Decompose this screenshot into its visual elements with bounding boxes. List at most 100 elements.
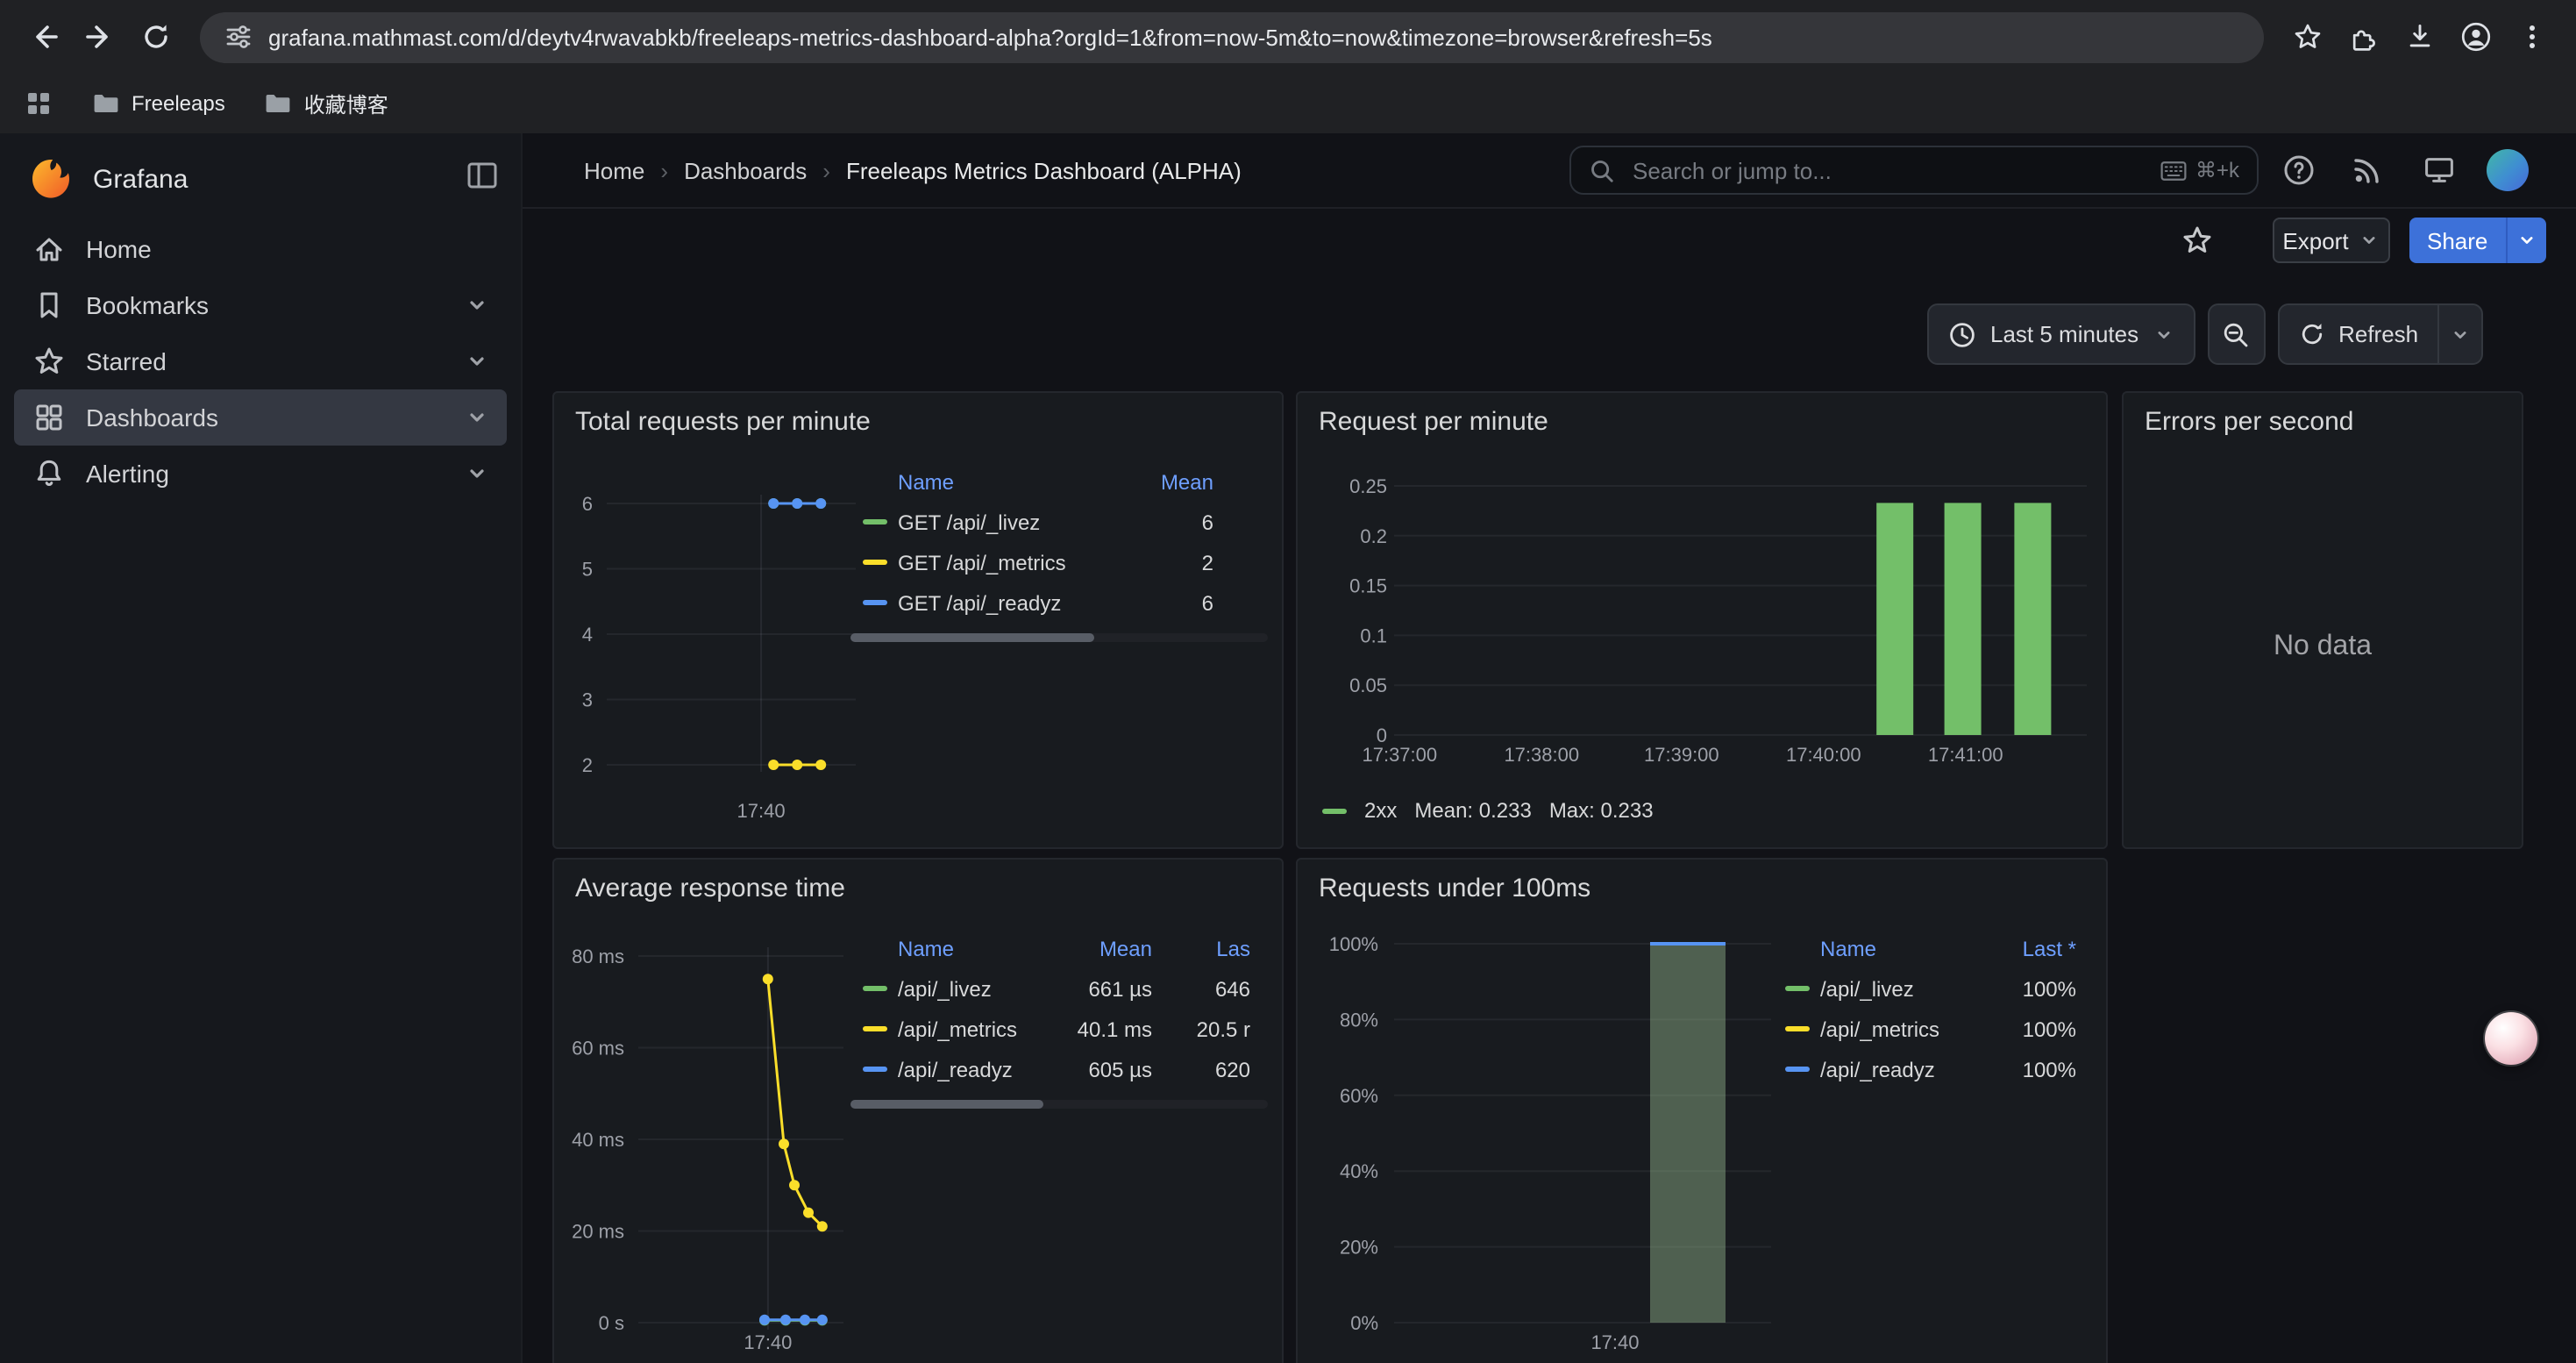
series-swatch (1785, 1067, 1810, 1072)
legend-scrollbar-thumb[interactable] (850, 633, 1094, 642)
breadcrumb-dashboards[interactable]: Dashboards (684, 157, 807, 183)
chevron-down-icon[interactable] (465, 349, 489, 374)
profile-button[interactable] (2450, 11, 2502, 63)
zoom-out-button[interactable] (2207, 303, 2265, 365)
panel-title[interactable]: Request per minute (1319, 407, 1548, 437)
browser-menu-button[interactable] (2506, 11, 2558, 63)
back-button[interactable] (18, 11, 70, 63)
clock-icon (1948, 320, 1976, 348)
time-range-picker[interactable]: Last 5 minutes (1927, 303, 2195, 365)
search-input[interactable] (1629, 155, 2146, 185)
legend-row[interactable]: GET /api/_metrics 2 (850, 542, 1268, 582)
series-swatch (863, 600, 887, 605)
grafana-logo-home[interactable]: Grafana (28, 156, 188, 202)
legend-header-name[interactable]: Name (863, 470, 1108, 495)
legend-row[interactable]: GET /api/_readyz 6 (850, 582, 1268, 623)
series-last: 646 (1152, 976, 1250, 1001)
folder-icon (264, 89, 292, 118)
panel-title[interactable]: Average response time (575, 874, 845, 903)
legend-row[interactable]: /api/_readyz 100% (1785, 1049, 2076, 1089)
sidebar-item-alerting[interactable]: Alerting (14, 446, 507, 502)
total-requests-chart[interactable]: 6543217:40 (554, 470, 896, 842)
downloads-button[interactable] (2394, 11, 2446, 63)
share-button[interactable]: Share (2409, 218, 2505, 263)
sidebar-item-label: Bookmarks (86, 291, 209, 319)
main-area: Home › Dashboards › Freeleaps Metrics Da… (523, 133, 2576, 1363)
legend-header-name[interactable]: Name (1785, 937, 1978, 961)
sidebar-item-label: Dashboards (86, 403, 218, 432)
assistant-avatar-overlay[interactable] (2485, 1012, 2537, 1065)
apps-grid-icon[interactable] (25, 89, 53, 118)
forward-button[interactable] (74, 11, 126, 63)
share-button-group: Share (2409, 218, 2545, 263)
under-100ms-chart[interactable]: 100%80%60%40%20%0%17:40 (1298, 930, 1824, 1363)
favorite-dashboard-button[interactable] (2180, 223, 2215, 258)
news-button[interactable] (2350, 153, 2385, 188)
series-mean: 605 µs (1043, 1057, 1152, 1081)
breadcrumb-home[interactable]: Home (584, 157, 644, 183)
bookmark-star-button[interactable] (2281, 11, 2334, 63)
legend-header-last[interactable]: Last * (1978, 937, 2076, 961)
profile-avatar-icon (2460, 19, 2492, 54)
legend-header-mean[interactable]: Mean (1108, 470, 1213, 495)
svg-text:17:37:00: 17:37:00 (1362, 744, 1437, 766)
svg-text:4: 4 (582, 624, 593, 646)
series-name: 2xx (1364, 798, 1397, 823)
panel-title[interactable]: Errors per second (2145, 407, 2353, 437)
series-swatch (1785, 986, 1810, 991)
svg-text:20%: 20% (1340, 1237, 1378, 1259)
avg-response-chart[interactable]: 80 ms60 ms40 ms20 ms0 s17:40 (554, 937, 896, 1363)
sidebar-item-home[interactable]: Home (14, 221, 507, 277)
legend-scrollbar[interactable] (850, 633, 1268, 642)
extensions-button[interactable] (2338, 11, 2390, 63)
legend-header-name[interactable]: Name (863, 937, 1043, 961)
bell-icon (32, 456, 67, 491)
sidebar: Grafana Home Bookmarks Starred (0, 133, 523, 1363)
legend-row[interactable]: GET /api/_livez 6 (850, 502, 1268, 542)
series-name: GET /api/_readyz (898, 590, 1108, 615)
folder-icon (91, 89, 119, 118)
address-bar[interactable]: grafana.mathmast.com/d/deytv4rwavabkb/fr… (200, 11, 2264, 62)
legend-row[interactable]: /api/_readyz 605 µs 620 (850, 1049, 1268, 1089)
chevron-down-icon[interactable] (465, 461, 489, 486)
panel-title[interactable]: Total requests per minute (575, 407, 871, 437)
chevron-down-icon (2450, 324, 2471, 345)
sidebar-item-bookmarks[interactable]: Bookmarks (14, 277, 507, 333)
legend-header-mean[interactable]: Mean (1043, 937, 1152, 961)
bookmark-folder-blogs[interactable]: 收藏博客 (264, 89, 388, 118)
legend-header-last[interactable]: Las (1152, 937, 1250, 961)
refresh-button[interactable]: Refresh (2279, 305, 2437, 363)
kiosk-mode-button[interactable] (2422, 153, 2457, 188)
legend-inline[interactable]: 2xx Mean: 0.233 Max: 0.233 (1322, 798, 1654, 823)
reload-icon (140, 21, 172, 53)
user-avatar[interactable] (2487, 149, 2529, 191)
help-button[interactable] (2281, 153, 2316, 188)
site-settings-icon[interactable] (224, 23, 253, 51)
sidebar-item-starred[interactable]: Starred (14, 333, 507, 389)
legend-row[interactable]: /api/_metrics 100% (1785, 1009, 2076, 1049)
refresh-interval-button[interactable] (2437, 305, 2481, 363)
svg-text:17:40: 17:40 (744, 1331, 792, 1353)
legend-row[interactable]: /api/_livez 100% (1785, 968, 2076, 1009)
search-box[interactable]: ⌘+k (1569, 146, 2259, 195)
sidebar-item-dashboards[interactable]: Dashboards (14, 389, 507, 446)
chevron-down-icon[interactable] (465, 405, 489, 430)
request-per-minute-chart[interactable]: 0.250.20.150.10.05017:37:0017:38:0017:39… (1298, 470, 2106, 786)
export-button[interactable]: Export (2273, 218, 2390, 263)
legend-scrollbar[interactable] (850, 1100, 1268, 1109)
sidebar-collapse-button[interactable] (465, 158, 500, 193)
panel-title[interactable]: Requests under 100ms (1319, 874, 1590, 903)
svg-text:40%: 40% (1340, 1160, 1378, 1182)
share-menu-button[interactable] (2505, 218, 2545, 263)
legend-row[interactable]: /api/_metrics 40.1 ms 20.5 r (850, 1009, 1268, 1049)
legend-row[interactable]: /api/_livez 661 µs 646 (850, 968, 1268, 1009)
svg-text:17:40:00: 17:40:00 (1786, 744, 1861, 766)
panel-total-requests: Total requests per minute 6543217:40 Nam… (552, 391, 1284, 849)
reload-button[interactable] (130, 11, 182, 63)
bookmark-folder-freeleaps[interactable]: Freeleaps (91, 89, 225, 118)
legend-scrollbar-thumb[interactable] (850, 1100, 1043, 1109)
series-swatch (863, 1067, 887, 1072)
svg-text:2: 2 (582, 754, 593, 776)
chevron-down-icon[interactable] (465, 293, 489, 318)
question-circle-icon (2281, 153, 2316, 188)
